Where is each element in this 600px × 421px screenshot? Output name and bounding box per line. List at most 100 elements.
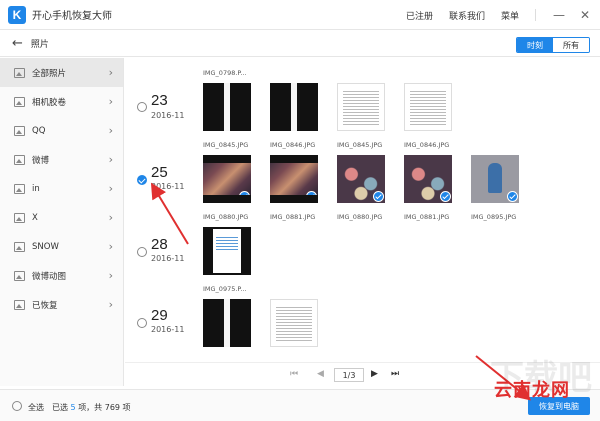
- registered-link[interactable]: 已注册: [406, 9, 433, 22]
- group-select-radio[interactable]: [137, 247, 147, 257]
- photo-icon: [14, 67, 25, 78]
- chevron-right-icon: ›: [108, 211, 113, 224]
- photo-filename: IMG_0845.JPG: [337, 141, 383, 149]
- photo-icon: [14, 183, 25, 194]
- prev-page-button[interactable]: ◀: [317, 369, 324, 379]
- photo-icon: [14, 96, 25, 107]
- photo-filename: IMG_0880.JPG: [337, 213, 383, 221]
- next-page-button[interactable]: ▶: [371, 369, 378, 379]
- divider: [535, 9, 536, 21]
- chevron-right-icon: ›: [108, 153, 113, 166]
- photo-thumbnail[interactable]: [203, 155, 251, 203]
- sidebar-item-label: in: [32, 183, 40, 194]
- photo-thumbnail[interactable]: [270, 299, 318, 347]
- group-select-radio[interactable]: [137, 318, 147, 328]
- page-indicator[interactable]: 1/3: [334, 368, 364, 382]
- photo-icon: [14, 241, 25, 252]
- group-select-radio[interactable]: [137, 102, 147, 112]
- sidebar-item-label: 已恢复: [32, 300, 58, 311]
- sidebar-item-weibo-gif[interactable]: 微博动图 ›: [0, 261, 123, 290]
- sidebar-item-label: SNOW: [32, 241, 59, 252]
- photo-icon: [14, 212, 25, 223]
- photo-filename: IMG_0846.JPG: [270, 141, 316, 149]
- sidebar-item-all-photos[interactable]: 全部照片 ›: [0, 58, 123, 87]
- back-arrow-icon[interactable]: ←: [12, 36, 23, 51]
- chevron-right-icon: ›: [108, 298, 113, 311]
- photo-thumbnail[interactable]: [270, 155, 318, 203]
- photo-thumbnail[interactable]: [203, 299, 251, 347]
- sidebar-item-qq[interactable]: QQ ›: [0, 116, 123, 145]
- photo-filename: IMG_0881.JPG: [270, 213, 316, 221]
- photo-filename: IMG_0880.JPG: [203, 213, 249, 221]
- tab-all[interactable]: 所有: [553, 38, 589, 52]
- sidebar-item-recovered[interactable]: 已恢复 ›: [0, 290, 123, 319]
- menu-button[interactable]: 菜单: [501, 9, 519, 22]
- sidebar-item-label: 全部照片: [32, 68, 67, 79]
- selected-suffix: 项，共 769 项: [78, 403, 131, 412]
- selected-prefix: 已选: [52, 403, 68, 412]
- app-logo-icon: K: [8, 5, 26, 24]
- group-month: 2016-11: [151, 254, 185, 263]
- photo-thumbnail[interactable]: [337, 155, 385, 203]
- photo-thumbnail[interactable]: [203, 227, 251, 275]
- photo-icon: [14, 125, 25, 136]
- sub-header: ← 照片 时刻 所有: [0, 31, 600, 57]
- photo-thumbnail[interactable]: [270, 83, 318, 131]
- sidebar-item-camera-roll[interactable]: 相机胶卷 ›: [0, 87, 123, 116]
- group-day: 25: [151, 164, 168, 181]
- contact-us-link[interactable]: 联系我们: [449, 9, 485, 22]
- watermark-text: 云南龙网: [494, 380, 570, 401]
- sidebar: 全部照片 › 相机胶卷 › QQ › 微博 › in › X › SNOW › …: [0, 58, 124, 386]
- photo-filename: IMG_0798.P...: [203, 69, 247, 77]
- photo-thumbnail[interactable]: [471, 155, 519, 203]
- photo-filename: IMG_0846.JPG: [404, 141, 450, 149]
- minimize-button[interactable]: —: [548, 4, 570, 26]
- view-toggle: 时刻 所有: [516, 37, 590, 53]
- sidebar-item-snow[interactable]: SNOW ›: [0, 232, 123, 261]
- check-icon: [306, 191, 317, 202]
- chevron-right-icon: ›: [108, 66, 113, 79]
- sidebar-item-label: 微博动图: [32, 271, 67, 282]
- select-all-label[interactable]: 全选: [28, 402, 44, 413]
- chevron-right-icon: ›: [108, 95, 113, 108]
- check-icon: [239, 191, 250, 202]
- photo-grid: IMG_0798.P... 23 2016-11 IMG_0845.JPG IM…: [125, 58, 600, 360]
- group-day: 29: [151, 307, 168, 324]
- group-day: 23: [151, 92, 168, 109]
- tab-time[interactable]: 时刻: [517, 38, 553, 52]
- check-icon: [507, 191, 518, 202]
- sidebar-item-label: QQ: [32, 125, 46, 136]
- group-select-radio[interactable]: [137, 175, 147, 185]
- close-button[interactable]: ✕: [574, 4, 596, 26]
- selection-summary: 已选 5 项，共 769 项: [52, 402, 131, 413]
- group-month: 2016-11: [151, 111, 185, 120]
- photo-thumbnail[interactable]: [337, 83, 385, 131]
- title-bar: K 开心手机恢复大师 已注册 联系我们 菜单 — ✕: [0, 0, 600, 30]
- sidebar-item-in[interactable]: in ›: [0, 174, 123, 203]
- sidebar-item-label: 相机胶卷: [32, 97, 67, 108]
- select-all-radio[interactable]: [12, 401, 22, 411]
- photo-filename: IMG_0895.JPG: [471, 213, 517, 221]
- sidebar-item-weibo[interactable]: 微博 ›: [0, 145, 123, 174]
- chevron-right-icon: ›: [108, 124, 113, 137]
- photo-thumbnail[interactable]: [203, 83, 251, 131]
- group-month: 2016-11: [151, 325, 185, 334]
- breadcrumb: 照片: [30, 40, 49, 50]
- check-icon: [440, 191, 451, 202]
- photo-icon: [14, 154, 25, 165]
- photo-filename: IMG_0845.JPG: [203, 141, 249, 149]
- selected-count: 5: [70, 403, 76, 412]
- chevron-right-icon: ›: [108, 269, 113, 282]
- sidebar-item-x[interactable]: X ›: [0, 203, 123, 232]
- photo-thumbnail[interactable]: [404, 155, 452, 203]
- sidebar-item-label: X: [32, 212, 38, 223]
- first-page-button[interactable]: ⏮: [290, 369, 298, 379]
- photo-filename: IMG_0881.JPG: [404, 213, 450, 221]
- last-page-button[interactable]: ⏭: [391, 369, 399, 379]
- photo-filename: IMG_0975.P...: [203, 285, 247, 293]
- check-icon: [373, 191, 384, 202]
- sidebar-item-label: 微博: [32, 155, 50, 166]
- photo-thumbnail[interactable]: [404, 83, 452, 131]
- app-title: 开心手机恢复大师: [32, 11, 112, 22]
- group-day: 28: [151, 236, 168, 253]
